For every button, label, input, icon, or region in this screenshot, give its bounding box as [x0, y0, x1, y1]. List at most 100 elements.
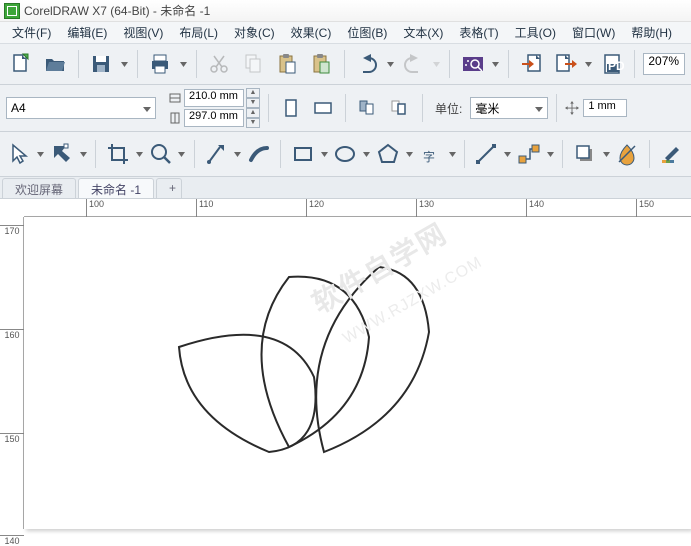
separator	[556, 94, 557, 122]
page-height-input[interactable]: 297.0 mm	[184, 109, 244, 127]
separator	[95, 140, 96, 168]
drawing-content	[24, 217, 691, 529]
menu-effects[interactable]: 效果(C)	[283, 22, 340, 43]
redo-dropdown[interactable]	[432, 50, 440, 78]
zoom-tool[interactable]	[147, 138, 174, 170]
eyedropper-tool[interactable]	[658, 138, 685, 170]
width-spinner[interactable]: ▲▼	[246, 88, 260, 108]
search-dropdown[interactable]	[492, 50, 500, 78]
zoom-input[interactable]: 207%	[643, 53, 684, 75]
undo-dropdown[interactable]	[386, 50, 394, 78]
all-pages-button[interactable]	[354, 94, 382, 122]
shape-tool[interactable]	[49, 138, 76, 170]
standard-toolbar: PDF 207%	[0, 44, 691, 85]
tab-welcome[interactable]: 欢迎屏幕	[2, 178, 76, 198]
menubar: 文件(F) 编辑(E) 视图(V) 布局(L) 对象(C) 效果(C) 位图(B…	[0, 22, 691, 44]
document-tabs: 欢迎屏幕 未命名 -1 +	[0, 177, 691, 199]
rectangle-flyout[interactable]	[320, 140, 328, 168]
shape-flyout[interactable]	[80, 140, 88, 168]
ellipse-flyout[interactable]	[363, 140, 371, 168]
tab-document[interactable]: 未命名 -1	[78, 178, 154, 198]
export-dropdown[interactable]	[584, 50, 592, 78]
height-spinner[interactable]: ▲▼	[246, 108, 260, 128]
save-dropdown[interactable]	[120, 50, 128, 78]
menu-view[interactable]: 视图(V)	[115, 22, 171, 43]
separator	[137, 50, 138, 78]
connector-flyout[interactable]	[547, 140, 555, 168]
menu-window[interactable]: 窗口(W)	[564, 22, 623, 43]
polygon-flyout[interactable]	[406, 140, 414, 168]
text-tool[interactable]: 字	[417, 138, 444, 170]
cut-button[interactable]	[205, 48, 235, 80]
text-flyout[interactable]	[448, 140, 456, 168]
search-button[interactable]	[458, 48, 488, 80]
ellipse-tool[interactable]	[332, 138, 359, 170]
redo-button[interactable]	[399, 48, 429, 80]
ruler-tick: 100	[86, 199, 104, 217]
crop-flyout[interactable]	[135, 140, 143, 168]
freehand-tool[interactable]	[203, 138, 230, 170]
current-page-button[interactable]	[386, 94, 414, 122]
ruler-tick: 160	[0, 329, 24, 340]
menu-edit[interactable]: 编辑(E)	[59, 22, 115, 43]
shadow-flyout[interactable]	[602, 140, 610, 168]
menu-table[interactable]: 表格(T)	[451, 22, 506, 43]
dimension-flyout[interactable]	[504, 140, 512, 168]
drop-shadow-tool[interactable]	[571, 138, 598, 170]
paper-size-combo[interactable]: A4	[6, 97, 156, 119]
import-button[interactable]	[517, 48, 547, 80]
chevron-down-icon	[143, 101, 151, 115]
ruler-horizontal[interactable]: 100 110 120 130 140 150	[24, 199, 691, 217]
export-button[interactable]	[551, 48, 581, 80]
separator	[464, 140, 465, 168]
save-button[interactable]	[86, 48, 116, 80]
separator	[562, 140, 563, 168]
artistic-media-tool[interactable]	[245, 138, 272, 170]
polygon-tool[interactable]	[375, 138, 402, 170]
ruler-vertical[interactable]: 170 160 150 140	[0, 217, 24, 529]
separator	[268, 94, 269, 122]
menu-help[interactable]: 帮助(H)	[623, 22, 680, 43]
print-dropdown[interactable]	[179, 50, 187, 78]
menu-object[interactable]: 对象(C)	[226, 22, 283, 43]
tab-add-button[interactable]: +	[156, 178, 182, 198]
separator	[649, 140, 650, 168]
menu-layout[interactable]: 布局(L)	[171, 22, 226, 43]
print-button[interactable]	[146, 48, 176, 80]
transparency-tool[interactable]	[614, 138, 641, 170]
page-width-input[interactable]: 210.0 mm	[184, 89, 244, 107]
menu-text[interactable]: 文本(X)	[395, 22, 451, 43]
rectangle-tool[interactable]	[289, 138, 316, 170]
portrait-button[interactable]	[277, 94, 305, 122]
nudge-input[interactable]: 1 mm	[583, 99, 627, 117]
zoom-flyout[interactable]	[178, 140, 186, 168]
undo-button[interactable]	[353, 48, 383, 80]
menu-file[interactable]: 文件(F)	[4, 22, 59, 43]
freehand-flyout[interactable]	[234, 140, 242, 168]
menu-bitmap[interactable]: 位图(B)	[339, 22, 395, 43]
crop-tool[interactable]	[104, 138, 131, 170]
window-title: CorelDRAW X7 (64-Bit) - 未命名 -1	[24, 2, 210, 19]
units-combo[interactable]: 毫米	[470, 97, 548, 119]
copy-button[interactable]	[238, 48, 268, 80]
new-button[interactable]	[6, 48, 36, 80]
ruler-tick: 120	[306, 199, 324, 217]
dimension-tool[interactable]	[473, 138, 500, 170]
connector-tool[interactable]	[516, 138, 543, 170]
separator	[449, 50, 450, 78]
open-button[interactable]	[40, 48, 70, 80]
pick-flyout[interactable]	[37, 140, 45, 168]
separator	[422, 94, 423, 122]
width-icon	[168, 91, 182, 105]
publish-pdf-button[interactable]: PDF	[597, 48, 627, 80]
paste-style-button[interactable]	[306, 48, 336, 80]
app-icon	[4, 3, 20, 19]
paste-button[interactable]	[272, 48, 302, 80]
landscape-button[interactable]	[309, 94, 337, 122]
ruler-tick: 140	[0, 535, 24, 546]
pick-tool[interactable]	[6, 138, 33, 170]
menu-tools[interactable]: 工具(O)	[507, 22, 564, 43]
separator	[508, 50, 509, 78]
ruler-tick: 150	[0, 433, 24, 444]
drawing-canvas[interactable]: 软件自学网 WWW.RJZXW.COM	[24, 217, 691, 529]
